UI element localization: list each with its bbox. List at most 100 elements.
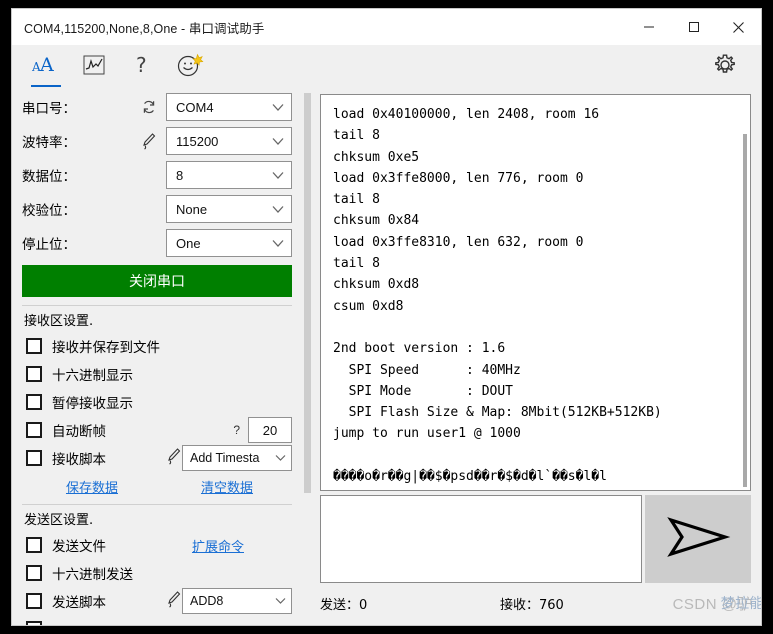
receive-output-area[interactable]: load 0x40100000, len 2408, room 16 tail … <box>320 94 751 491</box>
app-window: COM4,115200,None,8,One - 串口调试助手 A A ? 串口… <box>11 8 762 626</box>
refresh-icon[interactable] <box>132 99 166 115</box>
stop-bits-row: 停止位： One <box>22 227 292 259</box>
receive-script-combo[interactable]: Add Timesta <box>182 445 292 471</box>
svg-text:?: ? <box>136 53 147 77</box>
receive-script-label: 接收脚本 <box>52 452 106 468</box>
send-script-combo[interactable]: ADD8 <box>182 588 292 614</box>
send-arrow-icon <box>665 513 731 566</box>
send-file-label: 发送文件 <box>52 539 106 555</box>
data-panel: load 0x40100000, len 2408, room 16 tail … <box>312 91 761 625</box>
auto-frame-help-icon[interactable]: ? <box>233 423 240 437</box>
settings-scrollbar[interactable] <box>303 91 312 625</box>
send-file-row[interactable]: 发送文件 扩展命令 <box>26 531 292 559</box>
font-size-button[interactable]: A A <box>22 47 70 89</box>
data-bits-combo[interactable]: 8 <box>166 161 292 189</box>
received-count: 接收：760 <box>500 597 564 613</box>
chevron-down-icon <box>269 597 291 605</box>
svg-text:A: A <box>39 54 54 76</box>
save-data-link[interactable]: 保存数据 <box>22 477 162 496</box>
receive-scrollbar-thumb[interactable] <box>743 134 747 487</box>
clear-data-link[interactable]: 清空数据 <box>162 477 292 496</box>
receive-links: 保存数据 清空数据 <box>22 477 292 496</box>
baud-rate-row: 波特率： 115200 <box>22 125 292 157</box>
receive-script-row[interactable]: 接收脚本 Add Timesta <box>26 444 292 472</box>
receive-output-text: load 0x40100000, len 2408, room 16 tail … <box>333 107 662 485</box>
watermark-overlay-text: 梦拉能雅 <box>720 596 761 612</box>
font-size-icon: A A <box>31 53 60 82</box>
main-content: 串口号： COM4 波特率： 115200 数据位： 8 校验位： None 停… <box>12 91 761 625</box>
settings-panel: 串口号： COM4 波特率： 115200 数据位： 8 校验位： None 停… <box>12 91 312 625</box>
receive-save-to-file-row[interactable]: 接收并保存到文件 <box>26 332 292 360</box>
serial-port-value: COM4 <box>176 99 214 115</box>
watermark: CSDN @驴 梦拉能雅 <box>673 593 761 614</box>
checkbox[interactable] <box>26 593 42 609</box>
receive-scrollbar[interactable] <box>741 96 749 489</box>
settings-button[interactable] <box>701 47 749 89</box>
serial-port-combo[interactable]: COM4 <box>166 93 292 121</box>
maximize-button[interactable] <box>671 9 716 45</box>
checkbox[interactable] <box>26 621 42 625</box>
receive-hex-display-label: 十六进制显示 <box>52 368 133 384</box>
checkbox[interactable] <box>26 565 42 581</box>
gear-icon <box>712 52 738 83</box>
help-button[interactable]: ? <box>118 47 166 89</box>
checkbox[interactable] <box>26 338 42 354</box>
baud-rate-label: 波特率： <box>22 135 76 151</box>
divider <box>22 504 292 505</box>
waveform-chart-button[interactable] <box>70 47 118 89</box>
window-title: COM4,115200,None,8,One - 串口调试助手 <box>24 21 265 36</box>
checkbox[interactable] <box>26 366 42 382</box>
receive-auto-frame-row[interactable]: 自动断帧 ? 20 <box>26 416 292 444</box>
send-hex-row[interactable]: 十六进制发送 <box>26 559 292 587</box>
settings-scrollbar-thumb[interactable] <box>304 93 311 493</box>
receive-pause-display-row[interactable]: 暂停接收显示 <box>26 388 292 416</box>
toolbar: A A ? <box>12 45 761 91</box>
baud-rate-combo[interactable]: 115200 <box>166 127 292 155</box>
receive-hex-display-row[interactable]: 十六进制显示 <box>26 360 292 388</box>
chevron-down-icon <box>265 205 291 214</box>
chevron-down-icon <box>265 171 291 180</box>
baud-rate-value: 115200 <box>176 133 219 149</box>
checkbox[interactable] <box>26 537 42 553</box>
send-extra-row-partial[interactable] <box>26 615 292 625</box>
send-script-value: ADD8 <box>190 594 224 608</box>
checkbox[interactable] <box>26 422 42 438</box>
pencil-icon[interactable] <box>166 590 182 613</box>
parity-row: 校验位： None <box>22 193 292 225</box>
send-script-row[interactable]: 发送脚本 ADD8 <box>26 587 292 615</box>
checkbox[interactable] <box>26 450 42 466</box>
receive-script-value: Add Timesta <box>190 451 260 465</box>
serial-port-row: 串口号： COM4 <box>22 91 292 123</box>
smiley-sparkle-icon <box>176 52 204 83</box>
checkbox[interactable] <box>26 394 42 410</box>
window-controls <box>626 9 761 45</box>
send-section-title: 发送区设置. <box>24 513 94 528</box>
receive-pause-display-label: 暂停接收显示 <box>52 396 133 412</box>
send-button[interactable] <box>645 495 751 583</box>
question-mark-icon: ? <box>132 53 152 82</box>
chevron-down-icon <box>265 103 291 112</box>
chevron-down-icon <box>269 454 291 462</box>
close-serial-port-button[interactable]: 关闭串口 <box>22 265 292 297</box>
send-input-area[interactable] <box>320 495 642 583</box>
pencil-icon[interactable] <box>132 132 166 150</box>
chevron-down-icon <box>265 239 291 248</box>
parity-label: 校验位： <box>22 203 76 219</box>
stop-bits-combo[interactable]: One <box>166 229 292 257</box>
send-hex-label: 十六进制发送 <box>52 567 133 583</box>
close-button[interactable] <box>716 9 761 45</box>
feedback-button[interactable] <box>166 47 214 89</box>
title-bar: COM4,115200,None,8,One - 串口调试助手 <box>12 9 761 45</box>
extend-command-link[interactable]: 扩展命令 <box>192 536 244 555</box>
parity-combo[interactable]: None <box>166 195 292 223</box>
auto-frame-timeout-input[interactable]: 20 <box>248 417 292 443</box>
minimize-button[interactable] <box>626 9 671 45</box>
sent-count: 发送：0 <box>320 597 368 613</box>
receive-auto-frame-label: 自动断帧 <box>52 424 106 440</box>
chevron-down-icon <box>265 137 291 146</box>
serial-port-label: 串口号： <box>22 101 76 117</box>
send-script-label: 发送脚本 <box>52 595 106 611</box>
stop-bits-label: 停止位： <box>22 237 76 253</box>
receive-section-title: 接收区设置. <box>24 314 94 329</box>
pencil-icon[interactable] <box>166 447 182 470</box>
